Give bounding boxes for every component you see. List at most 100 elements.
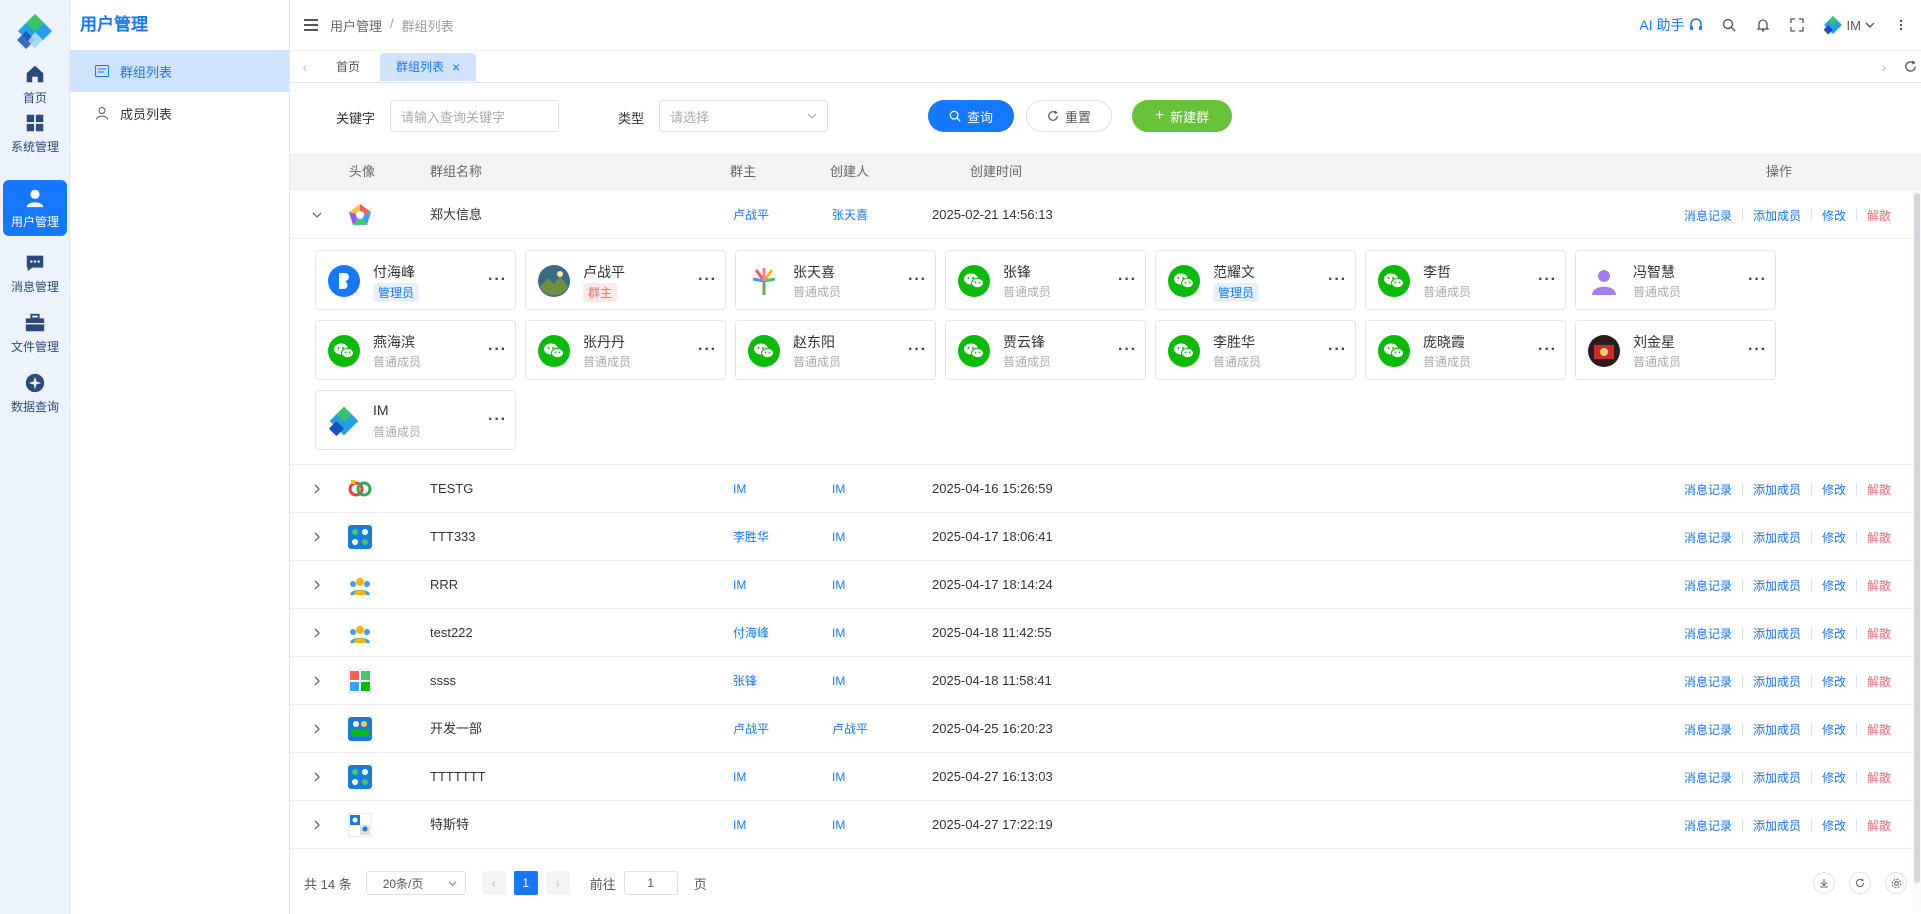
- menu-toggle-icon[interactable]: [304, 19, 318, 31]
- group-owner[interactable]: IM: [733, 753, 746, 801]
- chevron-right-icon[interactable]: [310, 674, 324, 688]
- dissolve-link[interactable]: 解散: [1867, 769, 1891, 786]
- add-member-link[interactable]: 添加成员: [1753, 769, 1801, 786]
- history-link[interactable]: 消息记录: [1684, 673, 1732, 690]
- ai-assistant-button[interactable]: AI 助手: [1639, 15, 1702, 35]
- member-card[interactable]: 范耀文 管理员 ···: [1155, 250, 1356, 310]
- group-creator[interactable]: 张天喜: [832, 191, 868, 239]
- more-horizontal-icon[interactable]: ···: [1748, 271, 1767, 289]
- bell-icon[interactable]: [1755, 17, 1771, 33]
- edit-link[interactable]: 修改: [1822, 817, 1846, 834]
- table-row[interactable]: RRR IM IM 2025-04-17 18:14:24 消息记录 添加成员 修改 解散: [290, 561, 1921, 609]
- new-group-button[interactable]: + 新建群: [1132, 100, 1232, 132]
- app-logo-icon[interactable]: [16, 12, 54, 50]
- search-icon[interactable]: [1721, 17, 1737, 33]
- more-horizontal-icon[interactable]: ···: [908, 341, 927, 359]
- breadcrumb-item[interactable]: 用户管理: [330, 16, 382, 35]
- history-link[interactable]: 消息记录: [1684, 481, 1732, 498]
- group-owner[interactable]: 卢战平: [733, 191, 769, 239]
- history-link[interactable]: 消息记录: [1684, 625, 1732, 642]
- member-card[interactable]: 张锋 普通成员 ···: [945, 250, 1146, 310]
- dissolve-link[interactable]: 解散: [1867, 673, 1891, 690]
- group-owner[interactable]: IM: [733, 465, 746, 513]
- page-number[interactable]: 1: [513, 871, 538, 895]
- goto-page-input[interactable]: 1: [623, 871, 678, 895]
- dissolve-link[interactable]: 解散: [1867, 529, 1891, 546]
- member-card[interactable]: 刘金星 普通成员 ···: [1575, 320, 1776, 380]
- member-card[interactable]: 冯智慧 普通成员 ···: [1575, 250, 1776, 310]
- chevron-right-icon[interactable]: [310, 818, 324, 832]
- member-card[interactable]: 庞晓霞 普通成员 ···: [1365, 320, 1566, 380]
- next-page-button[interactable]: ›: [545, 871, 570, 895]
- rail-item-query[interactable]: 数据查询: [3, 365, 67, 421]
- dissolve-link[interactable]: 解散: [1867, 207, 1891, 224]
- rail-item-home[interactable]: 首页: [3, 56, 67, 112]
- refresh-icon[interactable]: [1904, 60, 1917, 76]
- table-row[interactable]: 特斯特 IM IM 2025-04-27 17:22:19 消息记录 添加成员 修改 解散: [290, 801, 1921, 849]
- add-member-link[interactable]: 添加成员: [1753, 625, 1801, 642]
- group-creator[interactable]: IM: [832, 657, 845, 705]
- tab-home[interactable]: 首页: [320, 53, 376, 81]
- add-member-link[interactable]: 添加成员: [1753, 481, 1801, 498]
- rail-item-users[interactable]: 用户管理: [3, 180, 67, 236]
- group-owner[interactable]: IM: [733, 561, 746, 609]
- group-creator[interactable]: IM: [832, 465, 845, 513]
- tab-scroll-right-icon[interactable]: ›: [1869, 59, 1899, 75]
- group-owner[interactable]: 张锋: [733, 657, 757, 705]
- tab-group-list[interactable]: 群组列表 ×: [380, 52, 477, 81]
- more-horizontal-icon[interactable]: ···: [908, 271, 927, 289]
- table-row[interactable]: TESTG IM IM 2025-04-16 15:26:59 消息记录 添加成员 修改 解散: [290, 465, 1921, 513]
- edit-link[interactable]: 修改: [1822, 529, 1846, 546]
- dissolve-link[interactable]: 解散: [1867, 577, 1891, 594]
- download-icon[interactable]: [1813, 872, 1835, 894]
- group-creator[interactable]: IM: [832, 513, 845, 561]
- member-card[interactable]: 燕海滨 普通成员 ···: [315, 320, 516, 380]
- group-owner[interactable]: IM: [733, 801, 746, 849]
- reset-button[interactable]: 重置: [1026, 100, 1112, 132]
- keyword-input[interactable]: 请输入查询关键字: [390, 100, 559, 132]
- group-creator[interactable]: 卢战平: [832, 705, 868, 753]
- add-member-link[interactable]: 添加成员: [1753, 721, 1801, 738]
- settings-icon[interactable]: [1885, 872, 1907, 894]
- add-member-link[interactable]: 添加成员: [1753, 207, 1801, 224]
- chevron-right-icon[interactable]: [310, 626, 324, 640]
- prev-page-button[interactable]: ‹: [481, 871, 506, 895]
- more-horizontal-icon[interactable]: ···: [698, 341, 717, 359]
- user-menu[interactable]: IM: [1823, 15, 1875, 35]
- table-row[interactable]: 开发一部 卢战平 卢战平 2025-04-25 16:20:23 消息记录 添加成员 修改 解…: [290, 705, 1921, 753]
- more-horizontal-icon[interactable]: ···: [1748, 341, 1767, 359]
- member-card[interactable]: 赵东阳 普通成员 ···: [735, 320, 936, 380]
- dissolve-link[interactable]: 解散: [1867, 481, 1891, 498]
- chevron-down-icon[interactable]: [310, 208, 324, 222]
- table-row[interactable]: 郑大信息 卢战平 张天喜 2025-02-21 14:56:13 消息记录 添加…: [290, 191, 1921, 239]
- chevron-right-icon[interactable]: [310, 770, 324, 784]
- rail-item-system[interactable]: 系统管理: [3, 105, 67, 161]
- sidebar-item-group-list[interactable]: 群组列表: [70, 50, 289, 92]
- group-creator[interactable]: IM: [832, 561, 845, 609]
- add-member-link[interactable]: 添加成员: [1753, 529, 1801, 546]
- edit-link[interactable]: 修改: [1822, 673, 1846, 690]
- more-horizontal-icon[interactable]: ···: [1118, 271, 1137, 289]
- member-card[interactable]: 卢战平 群主 ···: [525, 250, 726, 310]
- page-size-select[interactable]: 20条/页: [365, 871, 466, 895]
- member-card[interactable]: 李哲 普通成员 ···: [1365, 250, 1566, 310]
- close-icon[interactable]: ×: [452, 53, 460, 81]
- tab-scroll-left-icon[interactable]: ‹: [290, 59, 320, 75]
- more-vertical-icon[interactable]: [1893, 17, 1909, 33]
- more-horizontal-icon[interactable]: ···: [1538, 271, 1557, 289]
- more-horizontal-icon[interactable]: ···: [1328, 341, 1347, 359]
- dissolve-link[interactable]: 解散: [1867, 817, 1891, 834]
- group-owner[interactable]: 李胜华: [733, 513, 769, 561]
- history-link[interactable]: 消息记录: [1684, 721, 1732, 738]
- edit-link[interactable]: 修改: [1822, 481, 1846, 498]
- member-card[interactable]: IM 普通成员 ···: [315, 390, 516, 450]
- edit-link[interactable]: 修改: [1822, 769, 1846, 786]
- more-horizontal-icon[interactable]: ···: [1538, 341, 1557, 359]
- search-button[interactable]: 查询: [928, 100, 1014, 132]
- type-select[interactable]: 请选择: [659, 100, 828, 132]
- table-row[interactable]: TTTTTTT IM IM 2025-04-27 16:13:03 消息记录 添加成员 修改…: [290, 753, 1921, 801]
- edit-link[interactable]: 修改: [1822, 625, 1846, 642]
- member-card[interactable]: 付海峰 管理员 ···: [315, 250, 516, 310]
- add-member-link[interactable]: 添加成员: [1753, 817, 1801, 834]
- more-horizontal-icon[interactable]: ···: [488, 411, 507, 429]
